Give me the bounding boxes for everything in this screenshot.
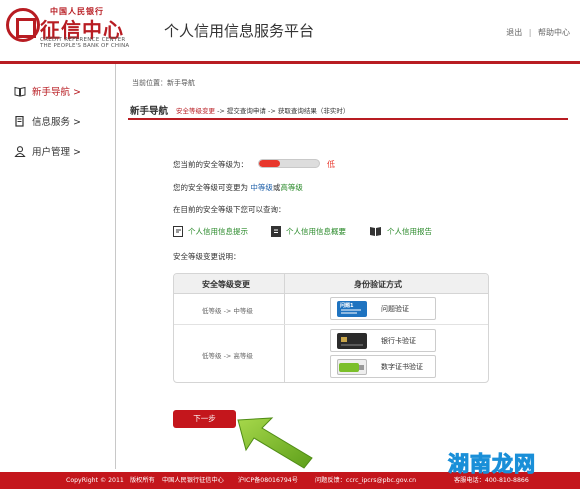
user-icon: [14, 145, 26, 157]
summary-doc-icon: [271, 226, 281, 237]
query-link-label: 个人信用信息提示: [188, 227, 248, 236]
header: 中国人民银行 征信中心 CREDIT REFERENCE CENTER THE …: [0, 0, 580, 64]
guide-nav-bar: 新手导航 安全等级变更 -> 提交查询申请 -> 获取查询结果（非实时）: [128, 100, 568, 120]
security-change-table: 安全等级变更 身份验证方式 低等级 -> 中等级 问题1 问题验证 低等级 ->…: [173, 273, 489, 383]
method-label: 数字证书验证: [381, 362, 423, 371]
logo-seal-icon: [6, 8, 40, 42]
security-level-bar: [258, 159, 320, 168]
sidebar-item-info-service[interactable]: 信息服务 >: [14, 114, 81, 128]
query-link-info-summary[interactable]: 个人信用信息概要: [271, 226, 346, 237]
book-icon: [14, 86, 26, 97]
table-divider: [284, 274, 285, 382]
method-label: 问题验证: [381, 304, 409, 313]
query-link-credit-report[interactable]: 个人信用报告: [369, 226, 432, 237]
table-row-divider: [174, 324, 488, 325]
top-links: 退出 | 帮助中心: [506, 27, 570, 38]
sidebar-item-label: 用户管理 >: [32, 147, 81, 158]
method-question-verify[interactable]: 问题1 问题验证: [330, 297, 436, 320]
footer-feedback[interactable]: 问题反馈：ccrc_ipcrs@pbc.gov.cn: [315, 472, 416, 489]
logo-english-line2: THE PEOPLE'S BANK OF CHINA: [40, 43, 130, 49]
info-doc-icon: [173, 226, 183, 237]
high-level-text: 高等级: [280, 183, 303, 192]
report-book-icon: [369, 226, 382, 237]
top-link-separator: |: [528, 28, 532, 37]
security-level-label: 您当前的安全等级为：: [173, 160, 248, 169]
upgrade-hint: 您的安全等级可变更为 中等级或高等级: [173, 182, 303, 193]
query-link-label: 个人信用报告: [387, 227, 432, 236]
medium-level-text: 中等级: [250, 183, 273, 192]
sidebar-item-label: 新手导航 >: [32, 87, 81, 98]
bank-card-icon: [337, 333, 367, 349]
upgrade-prefix: 您的安全等级可变更为: [173, 183, 251, 192]
question-card-icon: 问题1: [337, 301, 367, 317]
sidebar-item-guide[interactable]: 新手导航 >: [14, 84, 81, 98]
table-header: 安全等级变更 身份验证方式: [174, 274, 488, 294]
sidebar: 新手导航 > 信息服务 > 用户管理 >: [0, 64, 116, 469]
table-row-change-high: 低等级 -> 高等级: [202, 352, 253, 360]
next-step-button[interactable]: 下一步: [173, 410, 236, 428]
step-current: 安全等级变更: [176, 107, 215, 115]
footer-icp: 沪ICP备08016794号: [238, 477, 298, 484]
table-header-change: 安全等级变更: [202, 280, 250, 289]
sidebar-item-user-management[interactable]: 用户管理 >: [14, 144, 81, 158]
sidebar-item-label: 信息服务 >: [32, 117, 81, 128]
table-header-method: 身份验证方式: [354, 280, 402, 289]
document-icon: [14, 115, 26, 127]
query-intro: 在目前的安全等级下您可以查询：: [173, 205, 286, 214]
explain-title: 安全等级变更说明：: [173, 252, 241, 261]
platform-title: 个人信用信息服务平台: [164, 22, 315, 40]
watermark: 湖南龙网: [448, 452, 536, 477]
page-title: 新手导航: [130, 106, 169, 117]
breadcrumb: 当前位置：新手导航: [132, 79, 195, 87]
help-link[interactable]: 帮助中心: [538, 28, 570, 37]
footer-copyright: CopyRight © 2011: [66, 477, 124, 484]
method-digital-cert-verify[interactable]: 数字证书验证: [330, 355, 436, 378]
usb-key-icon: [337, 359, 367, 375]
process-steps: 安全等级变更 -> 提交查询申请 -> 获取查询结果（非实时）: [176, 105, 349, 115]
footer-rights: 版权所有: [130, 477, 155, 484]
security-level-fill: [259, 160, 280, 167]
security-level-text: 低: [327, 160, 335, 169]
query-link-info-tips[interactable]: 个人信用信息提示: [173, 226, 248, 237]
logout-link[interactable]: 退出: [506, 28, 522, 37]
method-label: 银行卡验证: [381, 336, 416, 345]
query-link-label: 个人信用信息概要: [286, 227, 346, 236]
method-bank-card-verify[interactable]: 银行卡验证: [330, 329, 436, 352]
step-rest: -> 提交查询申请 -> 获取查询结果（非实时）: [215, 107, 350, 115]
footer-org: 中国人民银行征信中心: [162, 477, 224, 484]
table-row-change-medium: 低等级 -> 中等级: [202, 307, 253, 315]
pointer-arrow-icon: [237, 417, 313, 469]
